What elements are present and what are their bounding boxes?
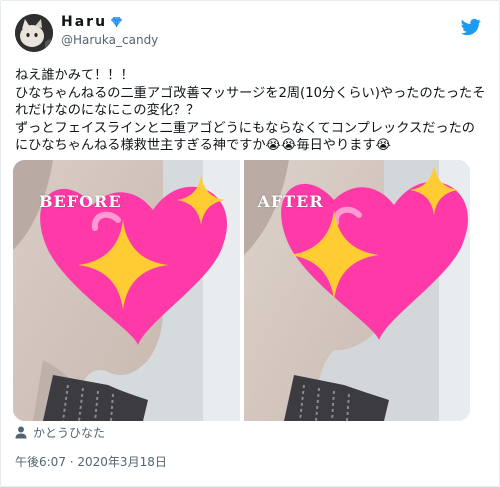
avatar[interactable] [15,14,53,52]
tagged-user[interactable]: かとうひなた [15,424,105,440]
person-icon [15,426,27,438]
tweet-line: ねえ誰かみて！！！ [15,68,134,83]
avatar-image [15,14,53,52]
after-label: AFTER [257,192,324,211]
username[interactable]: @Haruka_candy [61,33,158,47]
tweet-text: ねえ誰かみて！！！ ひなちゃんねるの二重アゴ改善マッサージを2周(10分くらい)… [15,67,487,155]
blue-diamond-icon [110,16,123,32]
display-name-text: Haru [61,14,108,30]
twitter-bird-icon[interactable] [461,17,481,37]
timestamp[interactable]: 午後6:07 · 2020年3月18日 [15,453,167,470]
tweet-card: Haru @Haruka_candy ねえ誰かみて！！！ ひなちゃんねるの二重ア… [0,0,500,487]
before-photo[interactable]: BEFORE [13,160,240,421]
display-name[interactable]: Haru [61,14,123,32]
media-grid: BEFORE AFTER [13,160,470,421]
tweet-line: ひなちゃんねるの二重アゴ改善マッサージを2周(10分くらい)やったのたったそれだ… [15,85,486,119]
tweet-line: ずっとフェイスラインと二重アゴどうにもならなくてコンプレックスだったのにひなちゃ… [15,120,475,154]
tagged-user-name: かとうひなた [33,425,106,440]
after-photo[interactable]: AFTER [243,160,470,421]
before-label: BEFORE [39,192,122,211]
